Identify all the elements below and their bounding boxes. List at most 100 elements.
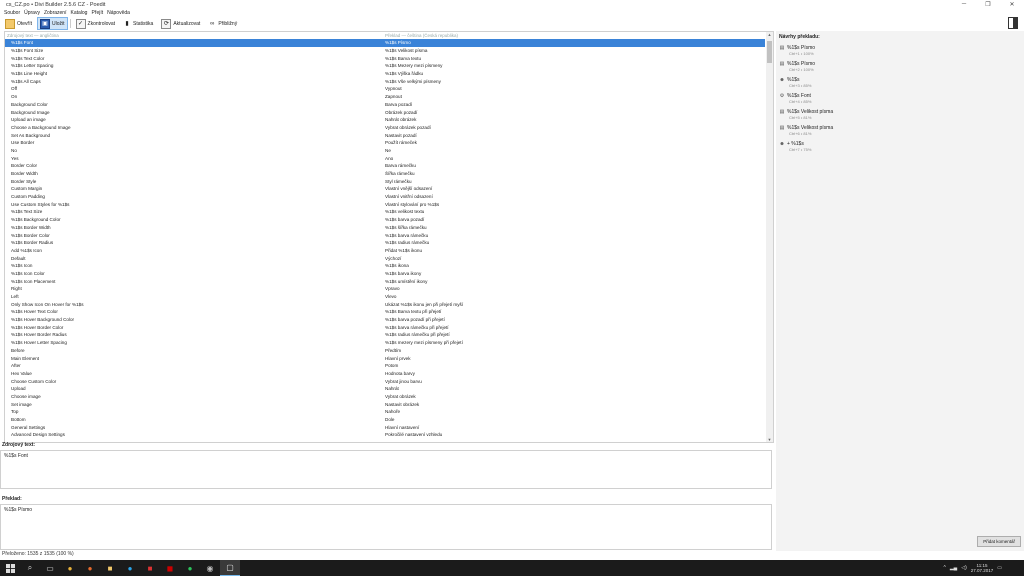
table-row[interactable]: Use Custom Styles for %1$s Vlastní stylov…	[5, 200, 765, 208]
close-button[interactable]: ✕	[1000, 1, 1024, 8]
suggestion-item[interactable]: ▤ %1$s Písmo Ctrl+2 • 100%	[779, 61, 869, 72]
toggle-sidebar-button[interactable]	[1008, 17, 1018, 29]
table-row[interactable]: Yes Ano	[5, 154, 765, 162]
translation-column-header[interactable]: Překlad — čeština (Česká republika)	[385, 33, 773, 38]
scroll-down-icon[interactable]: ▼	[766, 437, 773, 442]
table-row[interactable]: %1$s Border Color %1$s barva rámečku	[5, 231, 765, 239]
table-row[interactable]: Default Výchozí	[5, 254, 765, 262]
table-row[interactable]: General Settings Hlavní nastavení	[5, 423, 765, 431]
fuzzy-button[interactable]: ∞ Přibližný	[205, 17, 240, 30]
menu-catalog[interactable]: Katalog	[70, 10, 87, 16]
poedit-taskbar-button[interactable]: ▢	[220, 560, 240, 576]
table-row[interactable]: Hex Value Hodnota barvy	[5, 370, 765, 378]
table-row[interactable]: %1$s Hover Background Color %1$s barva po…	[5, 316, 765, 324]
filezilla-taskbar-button[interactable]: ◼	[160, 560, 180, 576]
table-row[interactable]: Left Vlevo	[5, 293, 765, 301]
suggestion-item[interactable]: ▤ %1$s Velikost písma Ctrl+5 • 81%	[779, 109, 869, 120]
clock[interactable]: 11:15 27.07.2017	[971, 563, 994, 573]
table-row[interactable]: Advanced Design Settings Pokročilé nastav…	[5, 431, 765, 439]
table-row[interactable]: Set image Nastavit obrázek	[5, 400, 765, 408]
suggestion-item[interactable]: ▤ %1$s Písmo Ctrl+1 • 100%	[779, 45, 869, 56]
table-row[interactable]: %1$s Icon %1$s ikona	[5, 262, 765, 270]
menu-help[interactable]: Nápověda	[107, 10, 130, 16]
table-row[interactable]: %1$s Icon Color %1$s barva ikony	[5, 270, 765, 278]
table-row[interactable]: %1$s Border Radius %1$s radius rámečku	[5, 239, 765, 247]
chrome-taskbar-button[interactable]: ●	[60, 560, 80, 576]
maximize-button[interactable]: ❐	[976, 1, 1000, 8]
start-button[interactable]	[0, 560, 20, 576]
open-button[interactable]: Otevřít	[2, 17, 35, 30]
table-row[interactable]: Only Show Icon On Hover for %1$s Ukázat %…	[5, 300, 765, 308]
menu-go[interactable]: Přejít	[91, 10, 103, 16]
table-row[interactable]: Background Color Barva pozadí	[5, 101, 765, 109]
table-row[interactable]: Right Vpravo	[5, 285, 765, 293]
suggestion-item[interactable]: ▤ %1$s Velikost písma Ctrl+6 • 81%	[779, 125, 869, 136]
table-row[interactable]: Border Color Barva rámečku	[5, 162, 765, 170]
menu-file[interactable]: Soubor	[4, 10, 20, 16]
table-row[interactable]: Add %1$s Icon Přidat %1$s ikonu	[5, 247, 765, 255]
save-button[interactable]: ▣ Uložit	[37, 17, 68, 30]
volume-icon[interactable]: ◁)	[961, 565, 967, 571]
suggestion-item[interactable]: ☻ + %1$s Ctrl+7 • 75%	[779, 141, 869, 152]
table-row[interactable]: %1$s Text Size %1$s velikost textu	[5, 208, 765, 216]
table-row[interactable]: Main Element Hlavní prvek	[5, 354, 765, 362]
table-row[interactable]: Border Style Styl rámečku	[5, 177, 765, 185]
scrollbar-thumb[interactable]	[767, 41, 772, 63]
update-button[interactable]: ⟳ Aktualizovat	[158, 17, 203, 30]
menu-view[interactable]: Zobrazení	[44, 10, 67, 16]
spotify-taskbar-button[interactable]: ●	[180, 560, 200, 576]
table-row[interactable]: %1$s Font %1$s Písmo	[5, 39, 765, 47]
table-row[interactable]: After Potom	[5, 362, 765, 370]
table-row[interactable]: %1$s Hover Letter Spacing %1$s mezery mez…	[5, 339, 765, 347]
search-taskbar-button[interactable]: ⌕	[20, 560, 40, 576]
table-row[interactable]: Background Image Obrázek pozadí	[5, 108, 765, 116]
statistics-button[interactable]: ▮ Statistika	[120, 17, 156, 30]
table-row[interactable]: Choose Custom Color Vybrat jinou barvu	[5, 377, 765, 385]
table-row[interactable]: %1$s Background Color %1$s barva pozadí	[5, 216, 765, 224]
table-row[interactable]: Border Width Šířka rámečku	[5, 170, 765, 178]
tray-arrow-icon[interactable]: ^	[943, 565, 945, 571]
table-row[interactable]: %1$s Hover Text Color %1$s Barva textu př…	[5, 308, 765, 316]
table-row[interactable]: Use Border Použít rámeček	[5, 139, 765, 147]
table-row[interactable]: %1$s Line Height %1$s Výška řádku	[5, 70, 765, 78]
table-row[interactable]: Bottom Dole	[5, 416, 765, 424]
table-row[interactable]: Set As Background Nastavit pozadí	[5, 131, 765, 139]
file-explorer-taskbar-button[interactable]: ■	[100, 560, 120, 576]
firefox-taskbar-button[interactable]: ●	[80, 560, 100, 576]
network-icon[interactable]: ▂▄	[950, 565, 957, 571]
table-row[interactable]: Upload an image Nahrát obrázek	[5, 116, 765, 124]
validate-button[interactable]: ✓ Zkontrolovat	[73, 17, 119, 30]
editor-taskbar-button[interactable]: ■	[140, 560, 160, 576]
table-row[interactable]: Custom Margin Vlastní vnější odsazení	[5, 185, 765, 193]
table-row[interactable]: Before Předtím	[5, 347, 765, 355]
add-comment-button[interactable]: Přidat komentář	[977, 536, 1021, 547]
suggestion-item[interactable]: ☻ %1$s Ctrl+3 • 85%	[779, 77, 869, 88]
table-row[interactable]: On Zapnout	[5, 93, 765, 101]
table-row[interactable]: Top Nahoře	[5, 408, 765, 416]
skype-taskbar-button[interactable]: ●	[120, 560, 140, 576]
media-taskbar-button[interactable]: ◉	[200, 560, 220, 576]
minimize-button[interactable]: ─	[952, 1, 976, 8]
table-row[interactable]: %1$s Font Size %1$s Velikost písma	[5, 47, 765, 55]
table-row[interactable]: Custom Padding Vlastní vnitřní odsazení	[5, 193, 765, 201]
table-row[interactable]: No Ne	[5, 147, 765, 155]
table-row[interactable]: Choose image Vybrat obrázek	[5, 393, 765, 401]
translation-editor[interactable]: %1$s Písmo	[0, 504, 772, 550]
table-row[interactable]: %1$s All Caps %1$s Vše velkými písmeny	[5, 77, 765, 85]
source-column-header[interactable]: Zdrojový text — angličtina	[5, 33, 385, 38]
table-row[interactable]: %1$s Border Width %1$s šířka rámečku	[5, 224, 765, 232]
task-view-button[interactable]: ▭	[40, 560, 60, 576]
list-scrollbar[interactable]: ▲ ▼	[766, 32, 773, 442]
table-row[interactable]: Choose a Background Image Vybrat obrázek …	[5, 124, 765, 132]
table-row[interactable]: %1$s Hover Border Radius %1$s radius ráme…	[5, 331, 765, 339]
table-row[interactable]: %1$s Text Color %1$s Barva textu	[5, 54, 765, 62]
table-row[interactable]: Upload Nahrát	[5, 385, 765, 393]
table-row[interactable]: %1$s Letter Spacing %1$s Mezery mezi písm…	[5, 62, 765, 70]
suggestion-item[interactable]: ⚙ %1$s Font Ctrl+4 • 85%	[779, 93, 869, 104]
notifications-icon[interactable]: ▭	[997, 565, 1002, 571]
scroll-up-icon[interactable]: ▲	[766, 32, 773, 37]
table-row[interactable]: %1$s Icon Placement %1$s umístění ikony	[5, 277, 765, 285]
table-row[interactable]: %1$s Hover Border Color %1$s barva rámečk…	[5, 323, 765, 331]
menu-edit[interactable]: Úpravy	[24, 10, 40, 16]
table-row[interactable]: Off Vypnout	[5, 85, 765, 93]
